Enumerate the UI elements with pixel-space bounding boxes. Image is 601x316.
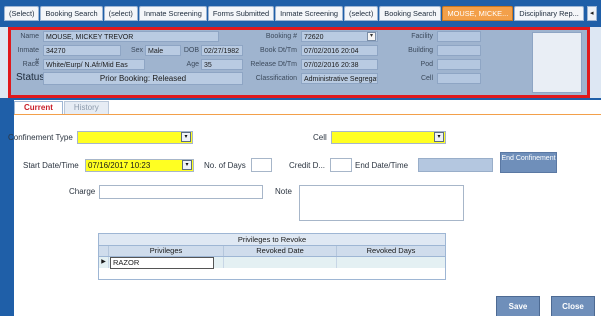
race-label: Race — [22, 61, 39, 68]
start-datetime-input[interactable]: 07/16/2017 10:23 — [85, 159, 194, 172]
tab-scroll-left-icon[interactable]: ◂ — [586, 6, 597, 21]
days-input[interactable] — [251, 158, 272, 172]
tab-disciplinary-report[interactable]: Disciplinary Rep... — [514, 6, 584, 21]
building-value — [437, 45, 481, 56]
confinement-type-dropdown-icon[interactable]: ▾ — [181, 132, 191, 142]
close-button[interactable]: Close — [551, 296, 595, 316]
inmate-photo — [532, 32, 582, 93]
tab-forms-submitted[interactable]: Forms Submitted — [207, 6, 275, 21]
column-header-revoked-date[interactable]: Revoked Date — [224, 246, 337, 256]
sex-label: Sex — [130, 47, 143, 54]
classification-value: Administrative Segregati — [301, 73, 378, 84]
age-value: 35 — [201, 59, 243, 70]
cell-value — [437, 73, 481, 84]
sub-tab-bar: Current History — [14, 101, 110, 115]
name-label: Name — [20, 33, 39, 40]
credit-days-input[interactable] — [330, 158, 352, 172]
note-label: Note — [275, 187, 292, 196]
tab-select-2[interactable]: (select) — [103, 6, 138, 21]
tab-select-1[interactable]: (Select) — [4, 6, 40, 21]
column-header-privileges[interactable]: Privileges — [109, 246, 224, 256]
release-datetime-label: Release Dt/Tm — [250, 61, 297, 68]
content-frame: Current History Confinement Type ▾ Cell … — [0, 98, 601, 316]
confinement-type-label: Confinement Type — [8, 133, 73, 142]
age-label: Age — [186, 61, 199, 68]
booking-label: Booking # — [265, 33, 297, 40]
inmate-number-value: 34270 — [43, 45, 121, 56]
race-value: White/Eurp/ N.Afr/Mid Eas — [43, 59, 145, 70]
credit-days-label: Credit D... — [289, 161, 326, 170]
release-datetime-value: 07/02/2016 20:38 — [301, 59, 378, 70]
column-header-revoked-days[interactable]: Revoked Days — [337, 246, 445, 256]
booking-dropdown-icon[interactable]: ▾ — [367, 32, 376, 41]
end-confinement-button[interactable]: End Confinement — [500, 152, 557, 173]
privilege-cell[interactable]: RAZOR — [110, 257, 214, 269]
sex-value: Male — [145, 45, 181, 56]
pod-label: Pod — [420, 61, 433, 68]
privilege-cell-wrap: RAZOR — [109, 257, 224, 269]
tab-select-3[interactable]: (select) — [344, 6, 379, 21]
record-tab-strip: (Select) Booking Search (select) Inmate … — [0, 0, 601, 27]
note-textarea[interactable] — [299, 185, 464, 221]
start-datetime-label: Start Date/Time — [23, 161, 79, 170]
cell-dropdown-icon[interactable]: ▾ — [434, 132, 444, 142]
start-datetime-dropdown-icon[interactable]: ▾ — [182, 160, 192, 170]
privileges-grid-title: Privileges to Revoke — [99, 234, 445, 246]
charge-label: Charge — [69, 187, 96, 196]
pod-value — [437, 59, 481, 70]
facility-value — [437, 31, 481, 42]
tab-booking-search-2[interactable]: Booking Search — [379, 6, 442, 21]
charge-input[interactable] — [99, 185, 263, 199]
dob-label: DOB — [183, 47, 199, 54]
facility-label: Facility — [411, 33, 433, 40]
book-datetime-value: 07/02/2016 20:04 — [301, 45, 378, 56]
tab-inmate-screening-1[interactable]: Inmate Screening — [138, 6, 207, 21]
dob-value: 02/27/1982 — [201, 45, 243, 56]
row-indicator-header — [99, 246, 109, 256]
classification-label: Classification — [255, 75, 297, 82]
privileges-grid-header: Privileges Revoked Date Revoked Days — [99, 246, 445, 257]
revoked-date-cell[interactable] — [224, 257, 337, 268]
inmate-header: Name MOUSE, MICKEY TREVOR Booking # 7262… — [8, 27, 590, 98]
revoked-days-cell[interactable] — [337, 257, 445, 268]
tab-booking-search-1[interactable]: Booking Search — [40, 6, 103, 21]
cell-field-label: Cell — [313, 133, 327, 142]
book-datetime-label: Book Dt/Tm — [260, 47, 297, 54]
name-value: MOUSE, MICKEY TREVOR — [43, 31, 219, 42]
current-row-arrow-icon: ▶ — [99, 257, 109, 268]
days-label: No. of Days — [204, 161, 246, 170]
sub-tab-underline — [14, 114, 601, 115]
status-value: Prior Booking: Released — [43, 72, 243, 85]
save-button[interactable]: Save — [496, 296, 540, 316]
confinement-panel: Current History Confinement Type ▾ Cell … — [8, 100, 601, 316]
cell-label: Cell — [420, 75, 433, 82]
status-label: Status — [16, 72, 45, 83]
tab-inmate-record[interactable]: MOUSE, MICKE... — [442, 6, 514, 21]
building-label: Building — [408, 47, 433, 54]
privileges-grid: Privileges to Revoke Privileges Revoked … — [98, 233, 446, 280]
end-datetime-label: End Date/Time — [355, 161, 409, 170]
tab-current[interactable]: Current — [14, 101, 63, 115]
tab-inmate-screening-2[interactable]: Inmate Screening — [275, 6, 344, 21]
cell-select[interactable] — [331, 131, 446, 144]
end-datetime-input[interactable] — [418, 158, 493, 172]
tab-history[interactable]: History — [63, 101, 109, 115]
table-row[interactable]: ▶ RAZOR — [99, 257, 445, 269]
confinement-type-select[interactable] — [77, 131, 193, 144]
